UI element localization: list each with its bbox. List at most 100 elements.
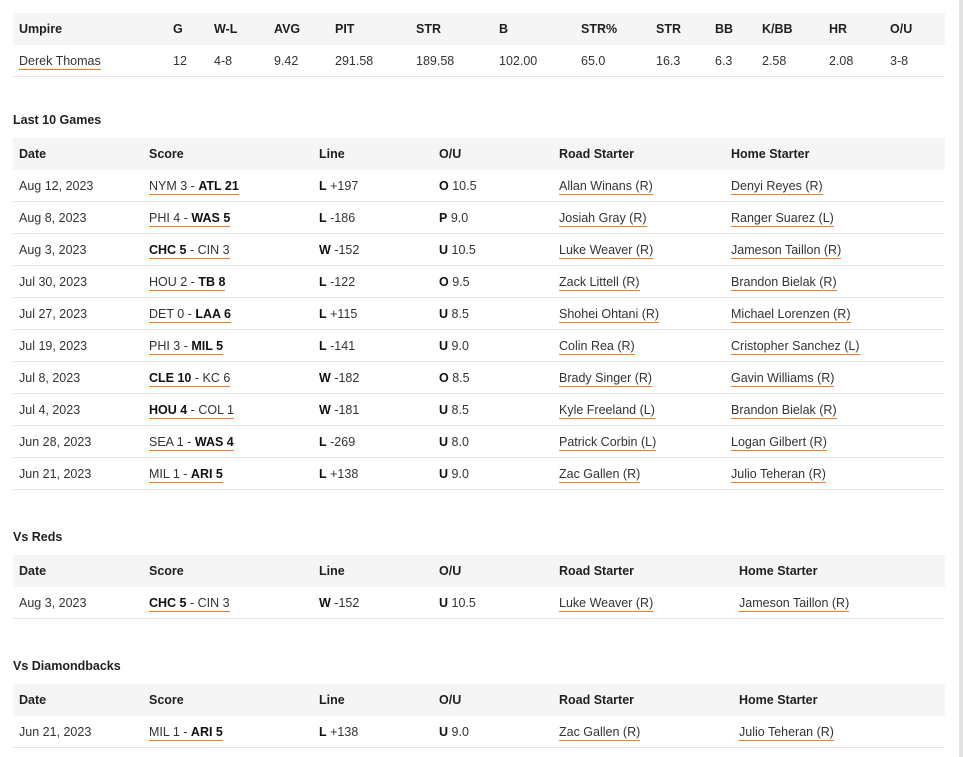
game-ou-cell: U 8.5 <box>433 393 553 426</box>
home-starter-link[interactable]: Brandon Bielak (R) <box>731 402 837 419</box>
road-starter-cell: Luke Weaver (R) <box>553 233 725 266</box>
page-scrollbar[interactable] <box>959 0 963 757</box>
col-header-score: Score <box>143 555 313 587</box>
game-score-link[interactable]: PHI 3 - MIL 5 <box>149 338 224 355</box>
game-date: Aug 12, 2023 <box>13 170 143 202</box>
road-starter-link[interactable]: Brady Singer (R) <box>559 370 653 387</box>
road-starter-link[interactable]: Luke Weaver (R) <box>559 242 654 259</box>
game-score-link[interactable]: CHC 5 - CIN 3 <box>149 242 230 259</box>
stat-win-loss: 4-8 <box>208 45 268 77</box>
home-starter-cell: Jameson Taillon (R) <box>733 587 945 619</box>
home-team-score: ATL 21 <box>198 178 239 193</box>
road-starter-link[interactable]: Allan Winans (R) <box>559 178 653 195</box>
line-result: W <box>319 242 331 257</box>
stat-strikeouts: 16.3 <box>650 45 709 77</box>
game-score-link[interactable]: CLE 10 - KC 6 <box>149 370 231 387</box>
ou-result: U <box>439 724 449 739</box>
score-separator: - <box>179 466 191 481</box>
home-starter-cell: Logan Gilbert (R) <box>725 425 945 458</box>
line-result: L <box>319 338 327 353</box>
road-starter-link[interactable]: Shohei Ohtani (R) <box>559 306 660 323</box>
col-header-strikes: STR <box>410 13 493 45</box>
line-result: L <box>319 466 327 481</box>
score-separator: - <box>183 434 195 449</box>
line-odds: +138 <box>330 466 359 481</box>
game-score-link[interactable]: NYM 3 - ATL 21 <box>149 178 239 195</box>
game-score-link[interactable]: CHC 5 - CIN 3 <box>149 595 230 612</box>
home-starter-link[interactable]: Jameson Taillon (R) <box>739 595 850 612</box>
games-header-row: Date Score Line O/U Road Starter Home St… <box>13 555 945 587</box>
game-score-link[interactable]: PHI 4 - WAS 5 <box>149 210 231 227</box>
home-team-score: TB 8 <box>198 274 226 289</box>
road-starter-cell: Colin Rea (R) <box>553 329 725 362</box>
away-team-score: PHI 3 <box>149 338 181 353</box>
home-starter-link[interactable]: Julio Teheran (R) <box>739 724 834 741</box>
stat-avg: 9.42 <box>268 45 329 77</box>
game-line-cell: W -152 <box>313 587 433 619</box>
ou-result: O <box>439 178 449 193</box>
score-separator: - <box>187 274 199 289</box>
game-ou-cell: U 9.0 <box>433 457 553 490</box>
game-score-link[interactable]: SEA 1 - WAS 4 <box>149 434 234 451</box>
home-starter-link[interactable]: Denyi Reyes (R) <box>731 178 823 195</box>
road-starter-cell: Zac Gallen (R) <box>553 716 733 748</box>
away-team-score: MIL 1 <box>149 466 180 481</box>
road-starter-link[interactable]: Zack Littell (R) <box>559 274 640 291</box>
game-score-cell: PHI 3 - MIL 5 <box>143 329 313 362</box>
game-line-cell: L +197 <box>313 170 433 202</box>
stat-balls: 102.00 <box>493 45 575 77</box>
score-separator: - <box>186 242 198 257</box>
game-ou-cell: U 10.5 <box>433 587 553 619</box>
road-starter-link[interactable]: Zac Gallen (R) <box>559 466 641 483</box>
away-team-score: SEA 1 <box>149 434 184 449</box>
game-date: Jul 27, 2023 <box>13 297 143 330</box>
col-header-line: Line <box>313 138 433 170</box>
umpire-name-link[interactable]: Derek Thomas <box>19 53 101 70</box>
road-starter-link[interactable]: Luke Weaver (R) <box>559 595 654 612</box>
game-score-cell: MIL 1 - ARI 5 <box>143 716 313 748</box>
game-score-link[interactable]: DET 0 - LAA 6 <box>149 306 231 323</box>
home-starter-link[interactable]: Julio Teheran (R) <box>731 466 826 483</box>
home-starter-link[interactable]: Brandon Bielak (R) <box>731 274 837 291</box>
road-starter-link[interactable]: Colin Rea (R) <box>559 338 635 355</box>
away-team-score: CHC 5 <box>149 595 187 610</box>
score-separator: - <box>179 724 191 739</box>
game-score-link[interactable]: HOU 4 - COL 1 <box>149 402 234 419</box>
col-header-date: Date <box>13 555 143 587</box>
game-score-link[interactable]: HOU 2 - TB 8 <box>149 274 226 291</box>
ou-total: 8.5 <box>451 402 469 417</box>
home-team-score: WAS 5 <box>191 210 231 225</box>
umpire-name-cell: Derek Thomas <box>13 45 167 77</box>
road-starter-cell: Brady Singer (R) <box>553 361 725 394</box>
game-score-link[interactable]: MIL 1 - ARI 5 <box>149 466 223 483</box>
road-starter-link[interactable]: Josiah Gray (R) <box>559 210 647 227</box>
col-header-score: Score <box>143 138 313 170</box>
home-starter-link[interactable]: Ranger Suarez (L) <box>731 210 834 227</box>
game-score-cell: DET 0 - LAA 6 <box>143 297 313 330</box>
home-starter-link[interactable]: Cristopher Sanchez (L) <box>731 338 860 355</box>
home-starter-link[interactable]: Michael Lorenzen (R) <box>731 306 851 323</box>
game-row: Aug 3, 2023 CHC 5 - CIN 3W -152 U 10.5 Luke… <box>13 233 945 266</box>
game-score-cell: CHC 5 - CIN 3 <box>143 233 313 266</box>
game-score-link[interactable]: MIL 1 - ARI 5 <box>149 724 223 741</box>
stat-walks: 6.3 <box>709 45 756 77</box>
home-starter-link[interactable]: Logan Gilbert (R) <box>731 434 827 451</box>
home-team-score: ARI 5 <box>190 724 223 739</box>
road-starter-link[interactable]: Zac Gallen (R) <box>559 724 641 741</box>
game-score-cell: HOU 4 - COL 1 <box>143 393 313 426</box>
road-starter-link[interactable]: Kyle Freeland (L) <box>559 402 655 419</box>
game-row: Jun 28, 2023 SEA 1 - WAS 4L -269 U 8.0 Patr… <box>13 425 945 458</box>
home-starter-link[interactable]: Jameson Taillon (R) <box>731 242 842 259</box>
game-row: Aug 12, 2023 NYM 3 - ATL 21 L +197 O 10.5 Al… <box>13 170 945 202</box>
road-starter-link[interactable]: Patrick Corbin (L) <box>559 434 657 451</box>
line-odds: -141 <box>330 338 356 353</box>
game-line-cell: W -152 <box>313 233 433 266</box>
col-header-umpire: Umpire <box>13 13 167 45</box>
away-team-score: CHC 5 <box>149 242 187 257</box>
section-title-last-10-games: Last 10 Games <box>13 113 102 127</box>
game-ou-cell: O 8.5 <box>433 361 553 394</box>
line-result: L <box>319 210 327 225</box>
home-starter-link[interactable]: Gavin Williams (R) <box>731 370 835 387</box>
game-score-cell: PHI 4 - WAS 5 <box>143 201 313 234</box>
home-starter-cell: Cristopher Sanchez (L) <box>725 329 945 362</box>
